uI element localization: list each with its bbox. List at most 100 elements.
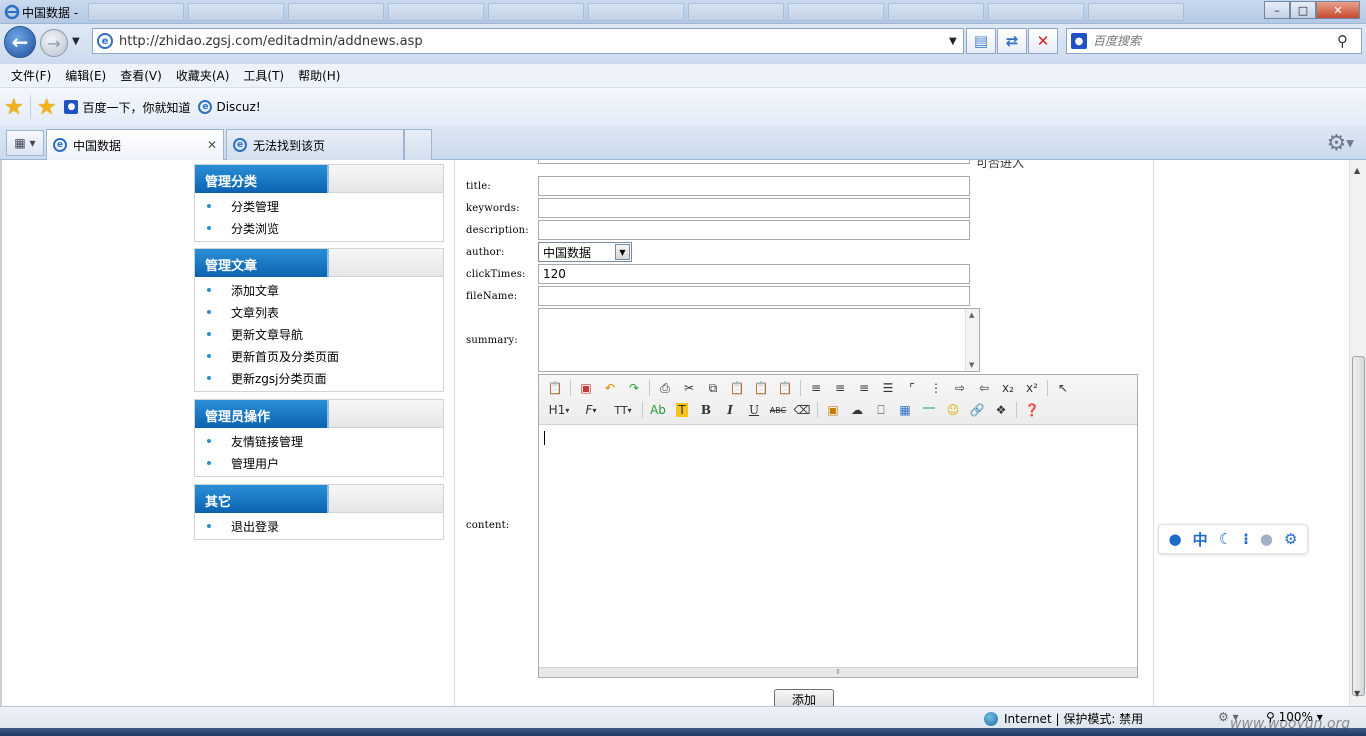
strikethrough-button[interactable]: ABC (766, 400, 790, 420)
summary-textarea[interactable]: ▲ ▼ (538, 308, 980, 372)
redo-icon[interactable]: ↷ (622, 378, 646, 398)
filename-input[interactable] (538, 286, 970, 306)
cut-icon[interactable]: ✂ (677, 378, 701, 398)
compatibility-view-button[interactable]: ▤ (966, 28, 996, 54)
tab-page-not-found[interactable]: e 无法找到该页 (226, 129, 404, 160)
forecolor-button[interactable]: Ab (646, 400, 670, 420)
search-icon[interactable]: ⚲ (1337, 32, 1361, 50)
favorites-star-icon[interactable]: ★ (4, 95, 24, 120)
unordered-list-icon[interactable]: ⋮ (924, 378, 948, 398)
menu-view[interactable]: 查看(V) (113, 67, 169, 84)
scroll-down-icon[interactable]: ▼ (969, 361, 974, 369)
outdent-icon[interactable]: ⇦ (972, 378, 996, 398)
sidebar-item[interactable]: 文章列表 (195, 301, 443, 323)
align-center-icon[interactable]: ≡ (828, 378, 852, 398)
address-dropdown-icon[interactable]: ▼ (949, 36, 963, 47)
forward-button[interactable]: → (40, 29, 68, 57)
refresh-button[interactable]: ⇄ (997, 28, 1027, 54)
sidebar-item-label[interactable]: 友情链接管理 (231, 433, 303, 450)
sidebar-item-label[interactable]: 添加文章 (231, 282, 279, 299)
moon-icon[interactable]: ☾ (1219, 530, 1232, 548)
search-box[interactable]: ● ⚲ (1066, 28, 1362, 54)
media-icon[interactable]: ⎕ (869, 400, 893, 420)
superscript-icon[interactable]: x² (1020, 378, 1044, 398)
menu-edit[interactable]: 编辑(E) (58, 67, 113, 84)
fav-link-discuz[interactable]: e Discuz! (198, 100, 261, 114)
summary-scrollbar[interactable]: ▲ ▼ (965, 309, 979, 371)
scroll-up-icon[interactable]: ▲ (1354, 166, 1360, 175)
select-icon[interactable]: ↖ (1051, 378, 1075, 398)
clicktimes-input[interactable] (538, 264, 970, 284)
sidebar-item-label[interactable]: 更新文章导航 (231, 326, 303, 343)
sidebar-item-label[interactable]: 管理用户 (231, 455, 279, 472)
menu-help[interactable]: 帮助(H) (291, 67, 347, 84)
quick-tabs-button[interactable]: ▦ ▾ (6, 130, 44, 156)
sidebar-item[interactable]: 分类浏览 (195, 217, 443, 239)
size-dropdown[interactable]: TT ▾ (607, 400, 639, 420)
copy-icon[interactable]: ⧉ (701, 378, 725, 398)
align-right-icon[interactable]: ≡ (852, 378, 876, 398)
fav-link-baidu[interactable]: ● 百度一下，你就知道 (64, 99, 190, 116)
heading-dropdown[interactable]: H1 ▾ (543, 400, 575, 420)
menu-favorites[interactable]: 收藏夹(A) (169, 67, 237, 84)
author-select[interactable]: 中国数据 ▼ (538, 242, 632, 262)
fullscreen-icon[interactable]: ▣ (574, 378, 598, 398)
help-icon[interactable]: ❓ (1020, 400, 1044, 420)
stop-button[interactable]: ✕ (1028, 28, 1058, 54)
sidebar-item[interactable]: 更新首页及分类页面 (195, 345, 443, 367)
sidebar-item-label[interactable]: 更新zgsj分类页面 (231, 370, 327, 387)
close-tab-icon[interactable]: ✕ (207, 138, 217, 152)
sidebar-item-label[interactable]: 文章列表 (231, 304, 279, 321)
sidebar-item-label[interactable]: 分类管理 (231, 198, 279, 215)
paste-word-icon[interactable]: 📋 (773, 378, 797, 398)
sidebar-item-label[interactable]: 分类浏览 (231, 220, 279, 237)
sidebar-item[interactable]: 退出登录 (195, 515, 443, 537)
back-button[interactable]: ← (4, 26, 36, 58)
address-url[interactable]: http://zhidao.zgsj.com/editadmin/addnews… (119, 34, 949, 49)
gear-icon[interactable]: ⚙ (1284, 530, 1297, 548)
zh-icon[interactable]: 中 (1193, 529, 1208, 550)
add-favorite-icon[interactable]: ★ (37, 95, 57, 120)
align-left-icon[interactable]: ≡ (804, 378, 828, 398)
flash-icon[interactable]: ☁ (845, 400, 869, 420)
page-scrollbar[interactable]: ▲ ▼ (1349, 160, 1366, 706)
description-input[interactable] (538, 220, 970, 240)
print-icon[interactable]: ⎙ (653, 378, 677, 398)
tab-zhongguo-shuju[interactable]: e 中国数据 ✕ (46, 129, 224, 160)
ordered-list-icon[interactable]: ⌜ (900, 378, 924, 398)
underline-button[interactable]: U (742, 400, 766, 420)
font-dropdown[interactable]: F ▾ (575, 400, 607, 420)
scroll-up-icon[interactable]: ▲ (969, 311, 974, 319)
security-zone[interactable]: Internet | 保护模式: 禁用 (984, 710, 1143, 727)
eraser-icon[interactable]: ⌫ (790, 400, 814, 420)
menu-file[interactable]: 文件(F) (4, 67, 58, 84)
clipped-input[interactable] (538, 160, 970, 164)
source-icon[interactable]: 📋 (543, 378, 567, 398)
subscript-icon[interactable]: x₂ (996, 378, 1020, 398)
indent-icon[interactable]: ⇨ (948, 378, 972, 398)
sidebar-item-label[interactable]: 退出登录 (231, 518, 279, 535)
user-icon[interactable]: ● (1260, 530, 1273, 548)
scroll-thumb[interactable] (1352, 356, 1365, 696)
image-icon[interactable]: ▣ (821, 400, 845, 420)
dots-icon[interactable]: ⁝ (1243, 530, 1249, 548)
add-submit-button[interactable]: 添加 (774, 689, 834, 706)
tools-gear-icon[interactable]: ⚙▼ (1327, 131, 1354, 156)
paste-icon[interactable]: 📋 (725, 378, 749, 398)
editor-resize-grip[interactable]: ⇕ (539, 667, 1137, 677)
editor-body[interactable] (539, 425, 1137, 667)
keywords-input[interactable] (538, 198, 970, 218)
search-input[interactable] (1093, 34, 1337, 48)
minimize-button[interactable]: – (1264, 1, 1290, 19)
address-bar[interactable]: e http://zhidao.zgsj.com/editadmin/addne… (92, 28, 964, 54)
scroll-down-icon[interactable]: ▼ (1354, 689, 1360, 698)
sidebar-item-label[interactable]: 更新首页及分类页面 (231, 348, 339, 365)
sidebar-item[interactable]: 更新文章导航 (195, 323, 443, 345)
unlink-icon[interactable]: ❖ (989, 400, 1013, 420)
hr-icon[interactable]: ⎻ (917, 400, 941, 420)
backcolor-button[interactable]: T (670, 400, 694, 420)
bold-button[interactable]: B (694, 400, 718, 420)
link-icon[interactable]: 🔗 (965, 400, 989, 420)
chevron-down-icon[interactable]: ▼ (615, 244, 630, 260)
title-input[interactable] (538, 176, 970, 196)
